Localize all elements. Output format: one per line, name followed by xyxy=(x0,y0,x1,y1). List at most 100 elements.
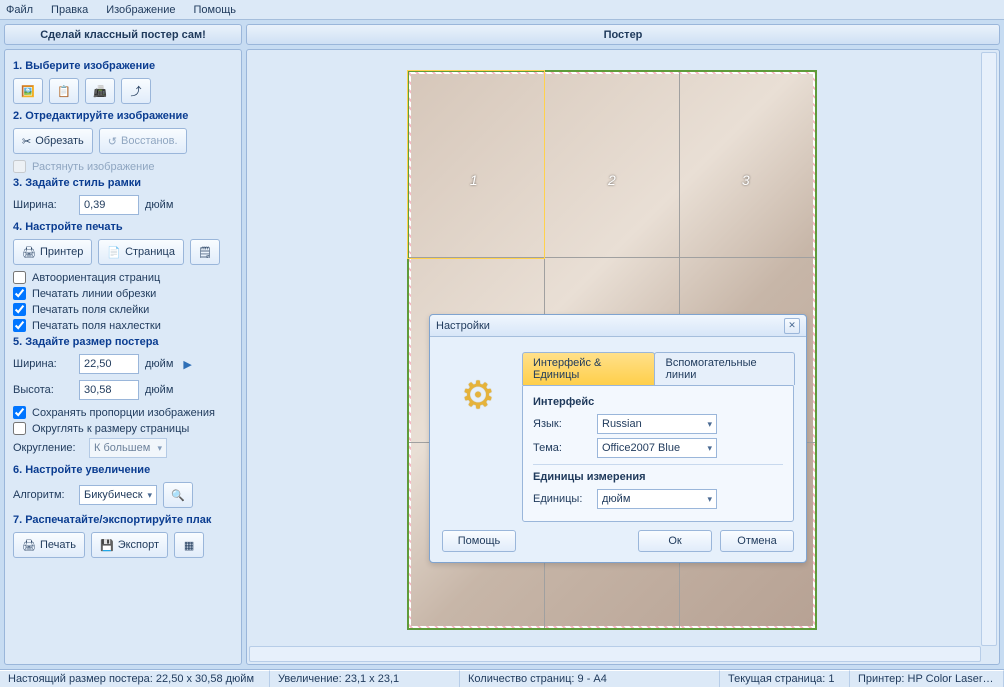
close-button[interactable]: ✕ xyxy=(784,318,800,334)
vertical-scrollbar[interactable] xyxy=(981,52,997,646)
export-icon: 💾 xyxy=(100,539,114,552)
border-width-input[interactable] xyxy=(79,195,139,215)
chevron-down-icon: ▾ xyxy=(707,443,712,454)
chevron-down-icon: ▾ xyxy=(157,443,162,454)
section-5-title: 5. Задайте размер постера xyxy=(13,336,233,348)
rotate-icon: ⤴ xyxy=(131,83,142,99)
tab-guidelines[interactable]: Вспомогательные линии xyxy=(654,352,795,385)
preview-zoom-button[interactable]: 🔍 xyxy=(163,482,193,508)
page-label: Страница xyxy=(125,246,175,258)
page-setup-button[interactable]: 🗒 xyxy=(190,239,220,265)
selected-page[interactable] xyxy=(407,70,545,259)
stretch-checkbox[interactable]: Растянуть изображение xyxy=(13,160,233,173)
poster-height-label: Высота: xyxy=(13,384,73,396)
ok-button[interactable]: Ок xyxy=(638,530,712,552)
cta-button[interactable]: Сделай классный постер сам! xyxy=(4,24,242,45)
auto-orient-checkbox[interactable]: Автоориентация страниц xyxy=(13,271,233,284)
group-interface-title: Интерфейс xyxy=(533,396,783,408)
paste-image-button[interactable]: 📋 xyxy=(49,78,79,104)
print-glue-checkbox[interactable]: Печатать поля склейки xyxy=(13,303,233,316)
units-label: Единицы: xyxy=(533,493,597,505)
cancel-button[interactable]: Отмена xyxy=(720,530,794,552)
sidebar-panel: 1. Выберите изображение 🖼️ 📋 📠 ⤴ 2. Отре… xyxy=(4,49,242,665)
help-button[interactable]: Помощь xyxy=(442,530,516,552)
dialog-titlebar[interactable]: Настройки ✕ xyxy=(430,315,806,337)
magnifier-icon: 🔍 xyxy=(171,489,185,502)
rounding-select[interactable]: К большем ▾ xyxy=(89,438,167,458)
menu-edit[interactable]: Правка xyxy=(51,4,88,16)
poster-width-input[interactable] xyxy=(79,354,139,374)
restore-label: Восстанов. xyxy=(121,135,178,147)
page-button[interactable]: 📄 Страница xyxy=(98,239,184,265)
language-select[interactable]: Russian ▾ xyxy=(597,414,717,434)
print-overlap-checkbox[interactable]: Печатать поля нахлестки xyxy=(13,319,233,332)
chevron-down-icon: ▾ xyxy=(707,494,712,505)
chevron-down-icon: ▾ xyxy=(707,419,712,430)
printer-icon: 🖨 xyxy=(22,246,36,259)
section-3-title: 3. Задайте стиль рамки xyxy=(13,177,233,189)
expand-right-icon[interactable]: ▶ xyxy=(183,358,191,371)
menu-image[interactable]: Изображение xyxy=(106,4,175,16)
status-printer: Принтер: HP Color LaserJet C... xyxy=(850,670,1004,687)
printer-button[interactable]: 🖨Принтер xyxy=(13,239,92,265)
section-1-title: 1. Выберите изображение xyxy=(13,60,233,72)
poster-width-unit: дюйм xyxy=(145,358,173,370)
group-units-title: Единицы измерения xyxy=(533,471,783,483)
units-value: дюйм xyxy=(602,493,630,505)
keep-ratio-label: Сохранять пропорции изображения xyxy=(32,407,215,419)
open-image-button[interactable]: 🖼️ xyxy=(13,78,43,104)
sidebar: Сделай классный постер сам! 1. Выберите … xyxy=(4,24,242,665)
settings-dialog: Настройки ✕ ⚙ Интерфейс & Единицы Вспомо… xyxy=(429,314,807,563)
dialog-title-text: Настройки xyxy=(436,320,490,332)
export-button[interactable]: 💾 Экспорт xyxy=(91,532,168,558)
cut-lines-label: Печатать линии обрезки xyxy=(32,288,156,300)
clipboard-icon: 📋 xyxy=(57,85,71,98)
crop-button[interactable]: ✂Обрезать xyxy=(13,128,93,154)
units-select[interactable]: дюйм ▾ xyxy=(597,489,717,509)
poster-width-label: Ширина: xyxy=(13,358,73,370)
rounding-value: К большем xyxy=(94,442,150,454)
poster-height-input[interactable] xyxy=(79,380,139,400)
export-label: Экспорт xyxy=(118,539,159,551)
menu-file[interactable]: Файл xyxy=(6,4,33,16)
menu-help[interactable]: Помощь xyxy=(194,4,237,16)
restore-button[interactable]: ↺ Восстанов. xyxy=(99,128,187,154)
keep-ratio-checkbox[interactable]: Сохранять пропорции изображения xyxy=(13,406,233,419)
scan-button[interactable]: 📠 xyxy=(85,78,115,104)
extra-button[interactable]: ▦ xyxy=(174,532,204,558)
overlap-label: Печатать поля нахлестки xyxy=(32,320,161,332)
undo-icon: ↺ xyxy=(108,135,117,148)
gear-icon: ⚙ xyxy=(461,373,495,522)
theme-value: Office2007 Blue xyxy=(602,442,680,454)
algo-label: Алгоритм: xyxy=(13,489,73,501)
horizontal-scrollbar[interactable] xyxy=(249,646,981,662)
page-number-3: 3 xyxy=(742,172,750,188)
status-zoom: Увеличение: 23,1 x 23,1 xyxy=(270,670,460,687)
status-real-size: Настоящий размер постера: 22,50 x 30,58 … xyxy=(0,670,270,687)
auto-orient-label: Автоориентация страниц xyxy=(32,272,160,284)
crop-icon: ✂ xyxy=(22,135,31,148)
language-value: Russian xyxy=(602,418,642,430)
status-current-page: Текущая страница: 1 xyxy=(720,670,850,687)
page-setup-icon: 🗒 xyxy=(198,246,212,259)
print-cut-lines-checkbox[interactable]: Печатать линии обрезки xyxy=(13,287,233,300)
stretch-label: Растянуть изображение xyxy=(32,161,155,173)
rotate-button[interactable]: ⤴ xyxy=(121,78,151,104)
section-2-title: 2. Отредактируйте изображение xyxy=(13,110,233,122)
round-page-checkbox[interactable]: Округлять к размеру страницы xyxy=(13,422,233,435)
border-width-label: Ширина: xyxy=(13,199,73,211)
statusbar: Настоящий размер постера: 22,50 x 30,58 … xyxy=(0,669,1004,687)
algo-select[interactable]: Бикубическ▾ xyxy=(79,485,157,505)
menubar: Файл Правка Изображение Помощь xyxy=(0,0,1004,20)
theme-select[interactable]: Office2007 Blue ▾ xyxy=(597,438,717,458)
page-icon: 📄 xyxy=(107,246,121,259)
section-6-title: 6. Настройте увеличение xyxy=(13,464,233,476)
section-4-title: 4. Настройте печать xyxy=(13,221,233,233)
print-button[interactable]: 🖨 Печать xyxy=(13,532,85,558)
algo-value: Бикубическ xyxy=(84,489,143,501)
tab-interface[interactable]: Интерфейс & Единицы xyxy=(522,352,655,385)
printer-icon: 🖨 xyxy=(22,539,36,552)
border-width-unit: дюйм xyxy=(145,199,173,211)
round-label: Округлять к размеру страницы xyxy=(32,423,189,435)
print-label: Печать xyxy=(40,539,76,551)
